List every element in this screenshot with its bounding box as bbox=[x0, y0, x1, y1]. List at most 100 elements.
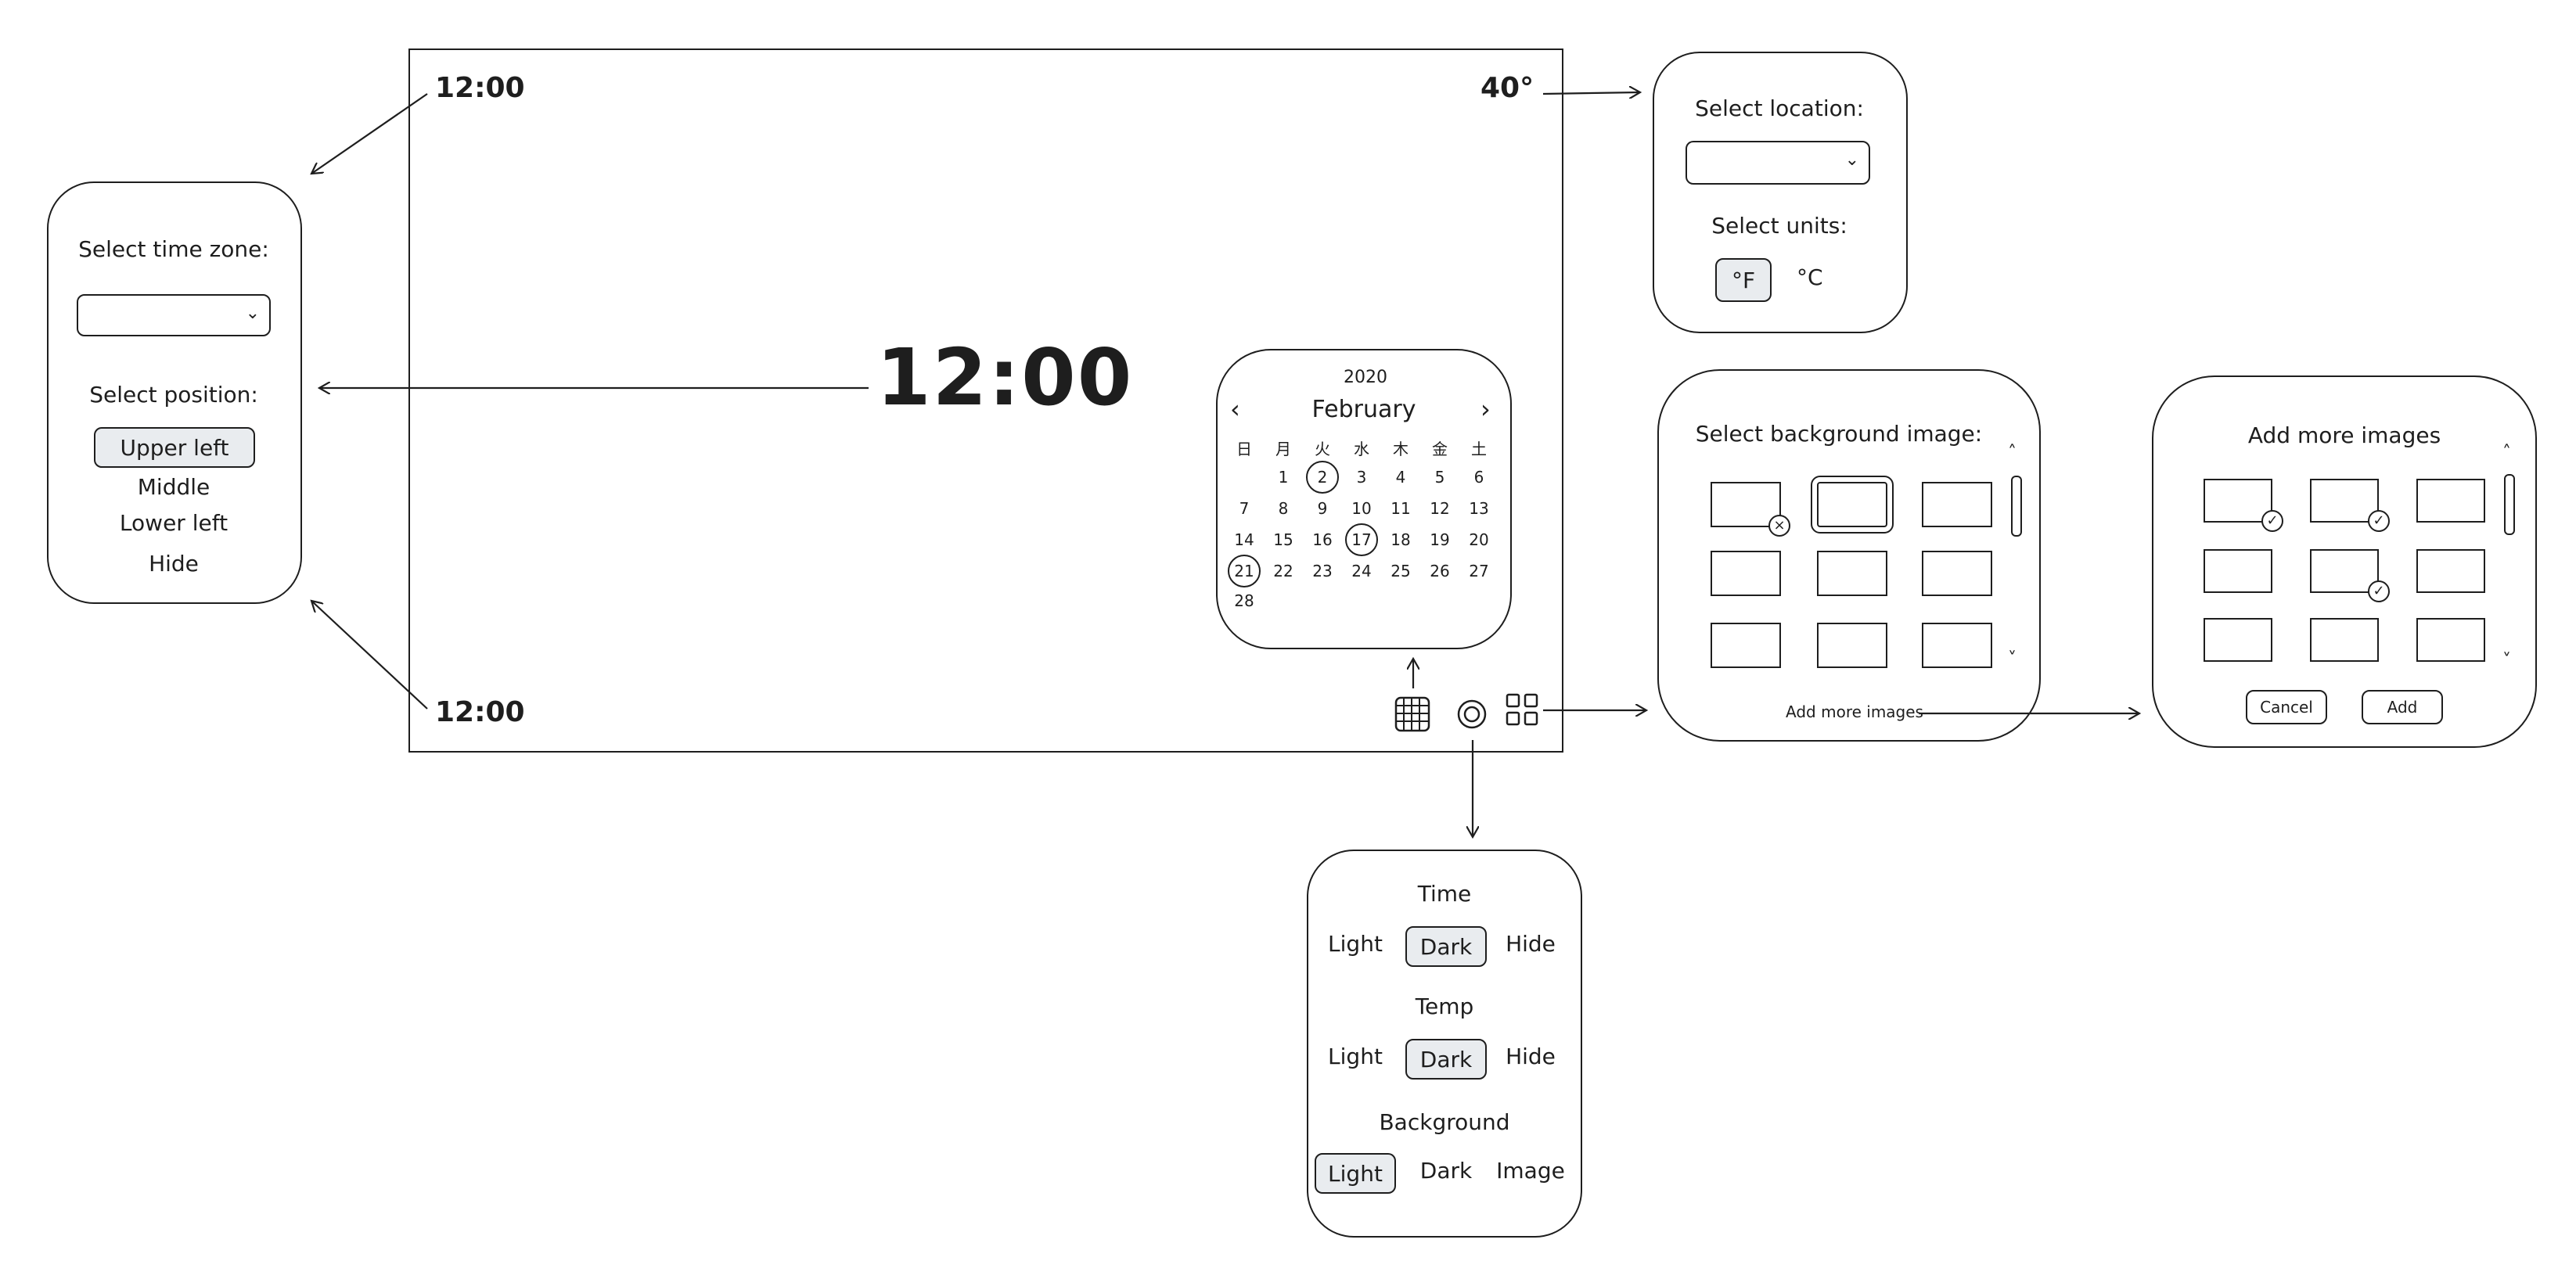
theme-option-dark[interactable]: Dark bbox=[1420, 1158, 1472, 1184]
calendar-day[interactable]: 23 bbox=[1305, 562, 1340, 580]
calendar-day[interactable]: 10 bbox=[1344, 499, 1379, 518]
add-more-images-link[interactable]: Add more images bbox=[1786, 702, 1923, 721]
add-image-thumbnail[interactable] bbox=[2310, 618, 2379, 662]
position-option-lower-left[interactable]: Lower left bbox=[120, 510, 228, 536]
calendar-day[interactable]: 5 bbox=[1423, 468, 1457, 487]
timezone-title: Select time zone: bbox=[78, 236, 269, 262]
calendar-day[interactable]: 19 bbox=[1423, 530, 1457, 549]
calendar-grid-icon[interactable] bbox=[1394, 696, 1430, 732]
calendar-weekday: 水 bbox=[1354, 440, 1369, 458]
position-title: Select position: bbox=[89, 382, 258, 408]
calendar-year: 2020 bbox=[1344, 368, 1387, 387]
background-thumbnail[interactable] bbox=[1817, 551, 1887, 596]
calendar-day[interactable]: 1 bbox=[1266, 468, 1301, 487]
clock-upper-left[interactable]: 12:00 bbox=[435, 72, 525, 104]
position-option-label: Upper left bbox=[120, 434, 229, 461]
calendar-day[interactable]: 3 bbox=[1344, 468, 1379, 487]
background-thumbnail[interactable] bbox=[1711, 623, 1781, 668]
position-option-upper-left[interactable]: Upper left bbox=[94, 427, 255, 468]
calendar-weekday: 金 bbox=[1432, 440, 1448, 458]
add-image-thumbnail[interactable] bbox=[2416, 479, 2485, 523]
calendar-day[interactable]: 4 bbox=[1383, 468, 1418, 487]
calendar-day[interactable]: 28 bbox=[1227, 591, 1261, 610]
calendar-day[interactable]: 22 bbox=[1266, 562, 1301, 580]
theme-option-hide[interactable]: Hide bbox=[1506, 1044, 1556, 1069]
calendar-weekday: 土 bbox=[1471, 440, 1487, 458]
theme-section-title: Background bbox=[1379, 1109, 1510, 1135]
background-thumbnail[interactable] bbox=[1817, 623, 1887, 668]
background-thumbnail[interactable] bbox=[1922, 482, 1992, 527]
calendar-day[interactable]: 6 bbox=[1462, 468, 1496, 487]
background-thumbnail[interactable] bbox=[1922, 551, 1992, 596]
calendar-day[interactable]: 9 bbox=[1305, 499, 1340, 518]
add-image-thumbnail[interactable] bbox=[2416, 549, 2485, 593]
calendar-day-highlight bbox=[1306, 461, 1339, 494]
calendar-weekday: 火 bbox=[1315, 440, 1330, 458]
theme-ring-icon[interactable] bbox=[1455, 698, 1488, 731]
calendar-day[interactable]: 25 bbox=[1383, 562, 1418, 580]
cancel-button[interactable]: Cancel bbox=[2246, 690, 2327, 724]
chevron-up-icon[interactable]: ˄ bbox=[2008, 443, 2017, 462]
calendar-day[interactable]: 15 bbox=[1266, 530, 1301, 549]
add-image-thumbnail[interactable] bbox=[2204, 618, 2272, 662]
calendar-day[interactable]: 12 bbox=[1423, 499, 1457, 518]
timezone-dropdown[interactable]: ⌄ bbox=[77, 294, 271, 336]
calendar-day[interactable]: 18 bbox=[1383, 530, 1418, 549]
temperature-readout[interactable]: 40° bbox=[1480, 72, 1534, 104]
location-panel bbox=[1653, 52, 1908, 333]
location-dropdown[interactable]: ⌄ bbox=[1686, 141, 1870, 185]
chevron-down-icon: ⌄ bbox=[1844, 150, 1859, 170]
chevron-left-icon[interactable]: ‹ bbox=[1230, 394, 1240, 424]
calendar-day[interactable]: 13 bbox=[1462, 499, 1496, 518]
calendar-day-highlight bbox=[1228, 555, 1261, 587]
calendar-day[interactable]: 16 bbox=[1305, 530, 1340, 549]
calendar-weekday: 月 bbox=[1275, 440, 1291, 458]
theme-section-title: Time bbox=[1417, 881, 1472, 907]
chevron-down-icon[interactable]: ˅ bbox=[2502, 651, 2511, 670]
gallery-grid-icon[interactable] bbox=[1506, 693, 1538, 726]
unit-celsius-button[interactable]: °C bbox=[1797, 264, 1823, 290]
theme-section-title: Temp bbox=[1415, 993, 1474, 1019]
chevron-down-icon: ⌄ bbox=[245, 304, 260, 323]
add-image-thumbnail[interactable] bbox=[2416, 618, 2485, 662]
clock-lower-left[interactable]: 12:00 bbox=[435, 696, 525, 728]
calendar-day[interactable]: 11 bbox=[1383, 499, 1418, 518]
add-button[interactable]: Add bbox=[2362, 690, 2443, 724]
background-title: Select background image: bbox=[1695, 421, 1983, 447]
add-images-title: Add more images bbox=[2247, 422, 2441, 448]
calendar-day[interactable]: 24 bbox=[1344, 562, 1379, 580]
location-title: Select location: bbox=[1695, 95, 1864, 121]
calendar-day[interactable]: 7 bbox=[1227, 499, 1261, 518]
calendar-day[interactable]: 27 bbox=[1462, 562, 1496, 580]
calendar-day[interactable]: 8 bbox=[1266, 499, 1301, 518]
calendar-weekday: 日 bbox=[1236, 440, 1252, 458]
theme-option-light[interactable]: Light bbox=[1328, 1044, 1383, 1069]
unit-fahrenheit-button[interactable]: °F bbox=[1715, 258, 1772, 302]
theme-option-light[interactable]: Light bbox=[1315, 1153, 1396, 1194]
calendar-day-highlight bbox=[1345, 523, 1378, 556]
remove-icon[interactable]: × bbox=[1768, 515, 1790, 537]
clock-center[interactable]: 12:00 bbox=[876, 332, 1133, 423]
theme-option-hide[interactable]: Hide bbox=[1506, 931, 1556, 957]
theme-option-dark[interactable]: Dark bbox=[1405, 1039, 1487, 1080]
add-image-thumbnail[interactable] bbox=[2204, 549, 2272, 593]
position-option-hide[interactable]: Hide bbox=[149, 551, 199, 577]
theme-option-image[interactable]: Image bbox=[1496, 1158, 1565, 1184]
add-images-scrollbar[interactable] bbox=[2504, 474, 2515, 535]
background-scrollbar[interactable] bbox=[2011, 476, 2022, 537]
background-thumbnail[interactable] bbox=[1711, 551, 1781, 596]
calendar-day[interactable]: 20 bbox=[1462, 530, 1496, 549]
background-thumbnail[interactable] bbox=[1922, 623, 1992, 668]
theme-option-label: Dark bbox=[1419, 933, 1473, 960]
chevron-up-icon[interactable]: ˄ bbox=[2502, 443, 2511, 462]
chevron-right-icon[interactable]: › bbox=[1480, 394, 1491, 424]
check-icon: ✓ bbox=[2368, 510, 2390, 532]
theme-option-light[interactable]: Light bbox=[1328, 931, 1383, 957]
background-thumbnail-selected[interactable] bbox=[1811, 476, 1894, 534]
theme-option-dark[interactable]: Dark bbox=[1405, 926, 1487, 967]
calendar-day[interactable]: 14 bbox=[1227, 530, 1261, 549]
chevron-down-icon[interactable]: ˅ bbox=[2008, 649, 2017, 669]
theme-option-label: Light bbox=[1328, 1160, 1383, 1187]
calendar-day[interactable]: 26 bbox=[1423, 562, 1457, 580]
position-option-middle[interactable]: Middle bbox=[138, 474, 210, 500]
